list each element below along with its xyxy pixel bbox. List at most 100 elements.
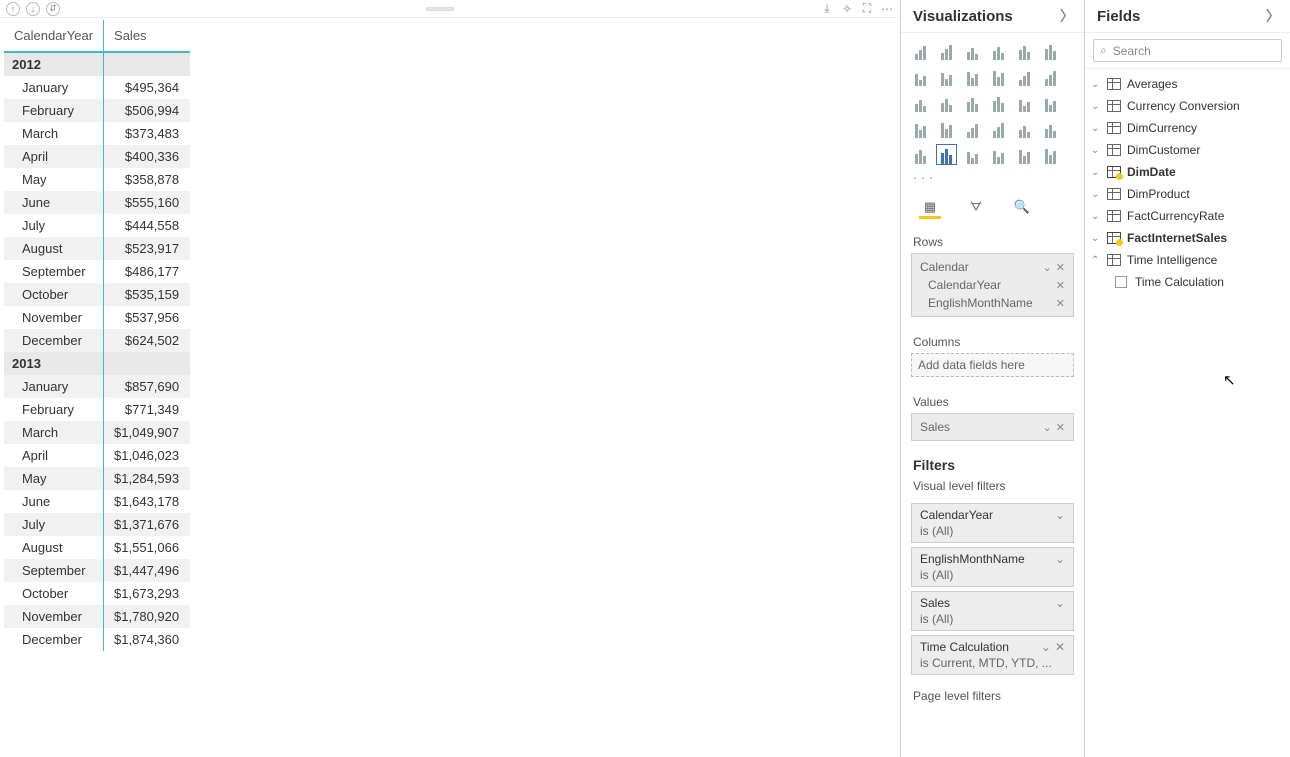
table-factinternetsales[interactable]: ⌄FactInternetSales (1085, 227, 1290, 249)
table-factcurrencyrate[interactable]: ⌄FactCurrencyRate (1085, 205, 1290, 227)
month-cell[interactable]: July (4, 513, 104, 536)
month-cell[interactable]: September (4, 260, 104, 283)
column-header[interactable]: CalendarYear (4, 20, 104, 52)
remove-field-icon[interactable]: ✕ (1056, 261, 1065, 274)
month-cell[interactable]: May (4, 168, 104, 191)
month-cell[interactable]: June (4, 191, 104, 214)
ribbon-viz-icon[interactable] (1041, 67, 1060, 86)
field-well-item[interactable]: EnglishMonthName✕ (918, 294, 1067, 312)
table-dimdate[interactable]: ⌄DimDate (1085, 161, 1290, 183)
table-averages[interactable]: ⌄Averages (1085, 73, 1290, 95)
fields-tab-icon[interactable]: ▦ (919, 197, 941, 219)
month-cell[interactable]: June (4, 490, 104, 513)
month-cell[interactable]: May (4, 467, 104, 490)
remove-field-icon[interactable]: ✕ (1056, 297, 1065, 310)
field-time-calculation[interactable]: Time Calculation (1085, 271, 1290, 293)
month-cell[interactable]: October (4, 283, 104, 306)
columns-well-box[interactable]: Add data fields here (911, 353, 1074, 377)
gauge-viz-icon[interactable] (937, 119, 956, 138)
month-cell[interactable]: October (4, 582, 104, 605)
100-stacked-bar-viz-icon[interactable] (1015, 41, 1034, 60)
map-viz-icon[interactable] (1041, 93, 1060, 112)
more-visuals-button[interactable]: · · · (901, 166, 1084, 189)
filter-card[interactable]: EnglishMonthName⌄is (All) (911, 547, 1074, 587)
month-cell[interactable]: January (4, 76, 104, 99)
month-cell[interactable]: January (4, 375, 104, 398)
column-header[interactable]: Sales (104, 20, 190, 52)
slicer-viz-icon[interactable] (1041, 119, 1060, 138)
stacked-area-viz-icon[interactable] (963, 67, 982, 86)
remove-filter-icon[interactable]: ✕ (1055, 640, 1065, 654)
remove-field-icon[interactable]: ✕ (1056, 421, 1065, 434)
format-tab-icon[interactable]: ᗊ (965, 197, 987, 219)
r-visual-viz-icon[interactable] (963, 145, 982, 164)
filter-card[interactable]: Sales⌄is (All) (911, 591, 1074, 631)
filter-card[interactable]: Time Calculation⌄✕is Current, MTD, YTD, … (911, 635, 1074, 675)
clustered-bar-viz-icon[interactable] (963, 41, 982, 60)
chevron-down-icon[interactable]: ⌄ (1043, 261, 1052, 274)
fields-header[interactable]: Fields 〉 (1085, 0, 1290, 33)
scatter-viz-icon[interactable] (937, 93, 956, 112)
focus-mode-icon[interactable]: ⛶ (860, 2, 874, 16)
stacked-bar-viz-icon[interactable] (911, 41, 930, 60)
line-clustered-viz-icon[interactable] (989, 67, 1008, 86)
table-currency-conversion[interactable]: ⌄Currency Conversion (1085, 95, 1290, 117)
month-cell[interactable]: April (4, 444, 104, 467)
line-viz-icon[interactable] (911, 67, 930, 86)
visualizations-header[interactable]: Visualizations 〉 (901, 0, 1084, 33)
table-time-intelligence[interactable]: ⌃Time Intelligence (1085, 249, 1290, 271)
month-cell[interactable]: July (4, 214, 104, 237)
table-viz-icon[interactable] (911, 145, 930, 164)
funnel-viz-icon[interactable] (911, 119, 930, 138)
remove-field-icon[interactable]: ✕ (1056, 279, 1065, 292)
key-influencer-viz-icon[interactable] (1015, 145, 1034, 164)
chevron-down-icon[interactable]: ⌄ (1043, 421, 1052, 434)
year-cell[interactable]: 2012 (4, 52, 104, 76)
expand-all-icon[interactable]: ⇵ (46, 2, 60, 16)
treemap-viz-icon[interactable] (1015, 93, 1034, 112)
month-cell[interactable]: November (4, 306, 104, 329)
matrix-viz-icon[interactable] (937, 145, 956, 164)
collapse-viz-icon[interactable]: 〉 (1060, 6, 1074, 26)
filter-card[interactable]: CalendarYear⌄is (All) (911, 503, 1074, 543)
month-cell[interactable]: February (4, 99, 104, 122)
line-stacked-viz-icon[interactable] (1015, 67, 1034, 86)
chevron-down-icon[interactable]: ⌄ (1041, 640, 1051, 654)
field-well-item[interactable]: Sales⌄✕ (918, 418, 1067, 436)
card-viz-icon[interactable] (963, 119, 982, 138)
pie-viz-icon[interactable] (963, 93, 982, 112)
multi-card-viz-icon[interactable] (989, 119, 1008, 138)
py-visual-viz-icon[interactable] (989, 145, 1008, 164)
kpi-viz-icon[interactable] (1015, 119, 1034, 138)
year-cell[interactable]: 2013 (4, 352, 104, 375)
export-icon[interactable]: ⤓ (820, 2, 834, 16)
more-options-icon[interactable]: ⋯ (880, 2, 894, 16)
area-viz-icon[interactable] (937, 67, 956, 86)
drag-handle-icon[interactable]: ═══ (66, 1, 814, 16)
drill-up-icon[interactable]: ↑ (6, 2, 20, 16)
month-cell[interactable]: February (4, 398, 104, 421)
arcgis-viz-icon[interactable] (1041, 145, 1060, 164)
analytics-tab-icon[interactable]: 🔍 (1011, 197, 1033, 219)
matrix-visual[interactable]: CalendarYearSales 2012January$495,364Feb… (4, 20, 900, 651)
chevron-down-icon[interactable]: ⌄ (1055, 596, 1065, 610)
month-cell[interactable]: December (4, 628, 104, 651)
drill-down-icon[interactable]: ↓ (26, 2, 40, 16)
month-cell[interactable]: December (4, 329, 104, 352)
collapse-fields-icon[interactable]: 〉 (1266, 6, 1280, 26)
table-dimcurrency[interactable]: ⌄DimCurrency (1085, 117, 1290, 139)
clustered-column-viz-icon[interactable] (989, 41, 1008, 60)
100-stacked-column-viz-icon[interactable] (1041, 41, 1060, 60)
month-cell[interactable]: August (4, 237, 104, 260)
table-dimproduct[interactable]: ⌄DimProduct (1085, 183, 1290, 205)
month-cell[interactable]: August (4, 536, 104, 559)
chevron-down-icon[interactable]: ⌄ (1055, 552, 1065, 566)
month-cell[interactable]: November (4, 605, 104, 628)
stacked-column-viz-icon[interactable] (937, 41, 956, 60)
search-input[interactable]: ⌕ Search (1093, 39, 1282, 62)
rows-well-box[interactable]: Calendar ⌄✕ CalendarYear✕EnglishMonthNam… (911, 253, 1074, 317)
month-cell[interactable]: March (4, 122, 104, 145)
values-well-box[interactable]: Sales⌄✕ (911, 413, 1074, 441)
table-dimcustomer[interactable]: ⌄DimCustomer (1085, 139, 1290, 161)
checkbox[interactable] (1115, 276, 1127, 288)
